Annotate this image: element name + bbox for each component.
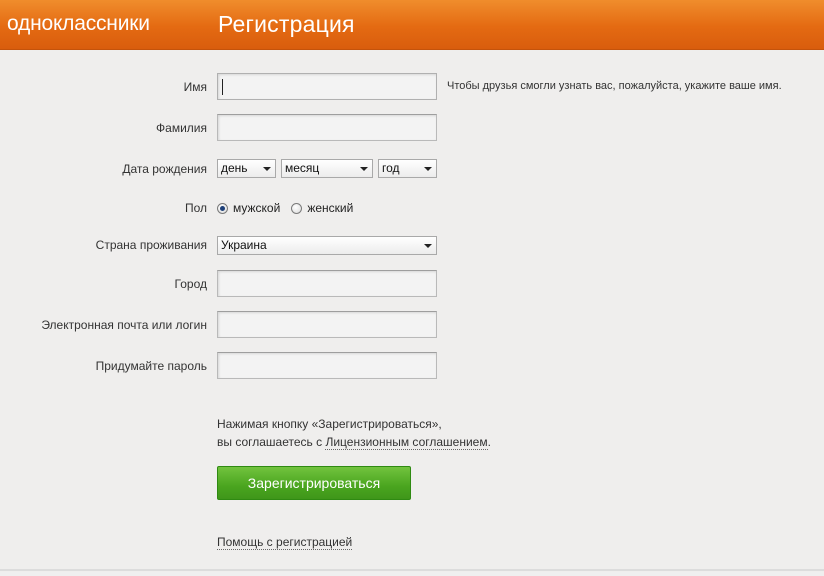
- country-value: Украина: [221, 238, 267, 252]
- gender-label: Пол: [184, 201, 207, 215]
- header-bar: одноклассники Регистрация: [0, 0, 824, 50]
- form-row-email: Электронная почта или логин: [0, 311, 824, 339]
- last-name-label: Фамилия: [156, 121, 207, 135]
- first-name-input[interactable]: [217, 73, 437, 100]
- chevron-down-icon: [263, 167, 271, 171]
- chevron-down-icon: [360, 167, 368, 171]
- agreement-suffix: .: [487, 435, 491, 449]
- password-input[interactable]: [217, 352, 437, 379]
- form-row-last-name: Фамилия: [0, 114, 824, 142]
- register-button[interactable]: Зарегистрироваться: [217, 466, 411, 500]
- country-label: Страна проживания: [95, 238, 207, 252]
- birth-day-select[interactable]: день: [217, 159, 276, 178]
- birth-year-value: год: [382, 161, 400, 175]
- gender-female-radio[interactable]: [291, 203, 303, 214]
- form-row-password: Придумайте пароль: [0, 352, 824, 380]
- chevron-down-icon: [424, 244, 432, 248]
- page-title: Регистрация: [218, 11, 355, 37]
- email-input[interactable]: [217, 311, 437, 338]
- brand-logo-text[interactable]: одноклассники: [7, 12, 150, 36]
- birth-year-select[interactable]: год: [378, 159, 437, 178]
- form-row-city: Город: [0, 270, 824, 298]
- city-label: Город: [174, 277, 207, 291]
- license-agreement-link[interactable]: Лицензионным соглашением: [325, 435, 488, 450]
- form-row-country: Страна проживания Украина: [0, 236, 824, 264]
- gender-female-label[interactable]: женский: [307, 201, 353, 215]
- chevron-down-icon: [424, 167, 432, 171]
- country-select[interactable]: Украина: [217, 236, 437, 255]
- agreement-note: Нажимая кнопку «Зарегистрироваться», вы …: [217, 415, 491, 451]
- gender-radio-group: мужской женский: [217, 201, 364, 215]
- form-row-gender: Пол мужской женский: [0, 199, 824, 227]
- birth-day-value: день: [221, 161, 248, 175]
- gender-male-label[interactable]: мужской: [233, 201, 280, 215]
- city-input[interactable]: [217, 270, 437, 297]
- birth-date-label: Дата рождения: [122, 162, 207, 176]
- birth-month-select[interactable]: месяц: [281, 159, 373, 178]
- registration-help-link[interactable]: Помощь с регистрацией: [217, 535, 353, 550]
- text-caret: [222, 79, 223, 95]
- birth-month-value: месяц: [285, 161, 320, 175]
- form-row-birth-date: Дата рождения день месяц год: [0, 159, 824, 187]
- agreement-line-2: вы соглашаетесь с Лицензионным соглашени…: [217, 433, 491, 451]
- first-name-label: Имя: [183, 80, 207, 94]
- agreement-line-1: Нажимая кнопку «Зарегистрироваться»,: [217, 417, 442, 431]
- form-row-first-name: Имя Чтобы друзья смогли узнать вас, пожа…: [0, 73, 824, 101]
- last-name-input[interactable]: [217, 114, 437, 141]
- gender-male-radio[interactable]: [217, 203, 228, 214]
- first-name-hint: Чтобы друзья смогли узнать вас, пожалуйс…: [447, 80, 782, 92]
- agreement-prefix: вы соглашаетесь с: [217, 435, 326, 449]
- password-label: Придумайте пароль: [95, 359, 207, 373]
- bottom-divider: [0, 569, 824, 571]
- email-label: Электронная почта или логин: [41, 318, 207, 332]
